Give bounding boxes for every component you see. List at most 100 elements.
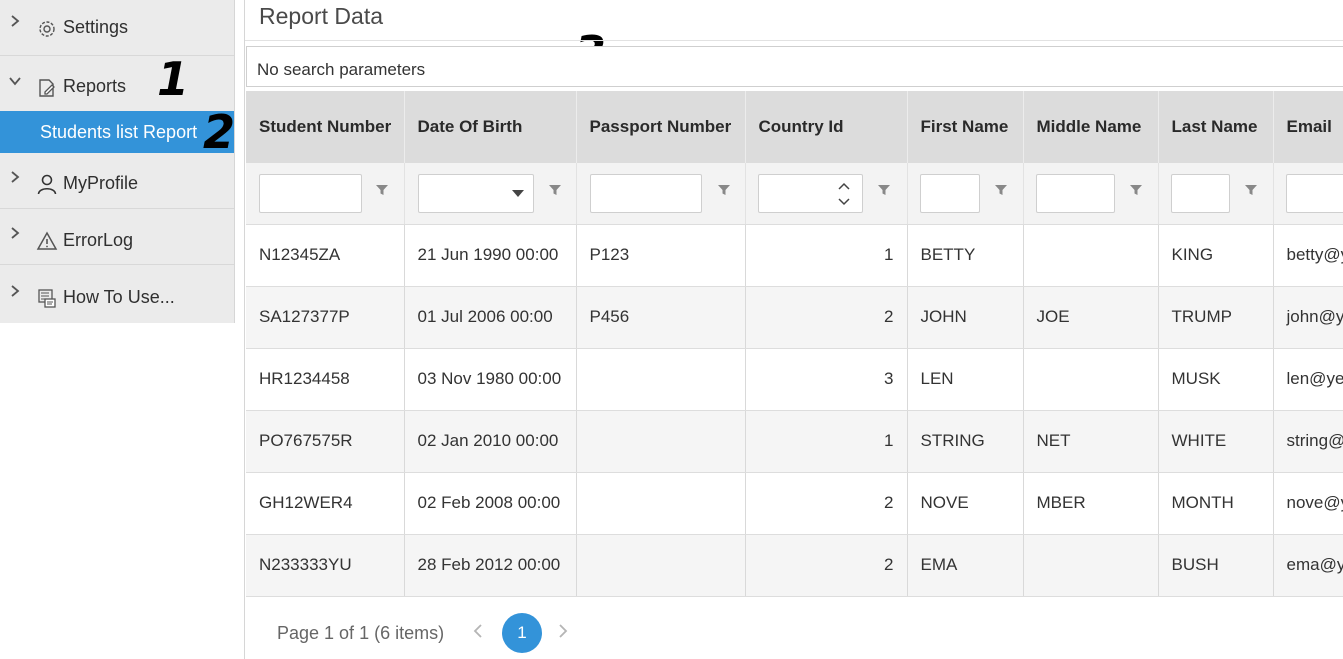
cell-student-number: SA127377P	[246, 286, 405, 349]
filter-icon[interactable]	[994, 183, 1008, 197]
cell-last-name: MONTH	[1158, 472, 1274, 535]
sidebar-item-myprofile[interactable]: MyProfile	[0, 153, 234, 209]
cell-country-id: 2	[745, 534, 908, 597]
chevron-down-icon[interactable]	[8, 74, 22, 88]
cell-middle-name: MBER	[1023, 472, 1159, 535]
filter-input-email[interactable]	[1285, 174, 1343, 213]
table-row[interactable]: N12345ZA 21 Jun 1990 00:00 P123 1 BETTY …	[246, 224, 1343, 287]
filter-input-student-number[interactable]	[259, 174, 362, 213]
cell-country-id: 1	[745, 410, 908, 473]
cell-middle-name	[1023, 534, 1159, 597]
cell-passport-number: P456	[576, 286, 746, 349]
table-row[interactable]: GH12WER4 02 Feb 2008 00:00 2 NOVE MBER M…	[246, 472, 1343, 535]
filter-cell	[1023, 163, 1159, 225]
sidebar-item-label: Reports	[63, 76, 127, 96]
table-row[interactable]: N233333YU 28 Feb 2012 00:00 2 EMA BUSH e…	[246, 534, 1343, 597]
chevron-left-icon[interactable]	[471, 624, 485, 638]
chevron-right-icon[interactable]	[8, 170, 22, 184]
filter-cell	[907, 163, 1024, 225]
cell-date-of-birth: 28 Feb 2012 00:00	[404, 534, 577, 597]
filter-spinner-country-id[interactable]	[757, 174, 863, 213]
cell-last-name: TRUMP	[1158, 286, 1274, 349]
cell-country-id: 1	[745, 224, 908, 287]
filter-input-last-name[interactable]	[1170, 174, 1230, 213]
filter-icon[interactable]	[375, 183, 389, 197]
cell-passport-number	[576, 410, 746, 473]
filter-icon[interactable]	[1129, 183, 1143, 197]
filter-icon[interactable]	[877, 183, 891, 197]
cell-date-of-birth: 03 Nov 1980 00:00	[404, 348, 577, 411]
cell-student-number: GH12WER4	[246, 472, 405, 535]
cell-middle-name	[1023, 224, 1159, 287]
chevron-right-icon[interactable]	[8, 14, 22, 28]
column-header-passport-number[interactable]: Passport Number	[576, 91, 746, 163]
column-header-first-name[interactable]: First Name	[907, 91, 1024, 163]
sidebar-item-label: ErrorLog	[63, 230, 134, 250]
cell-last-name: MUSK	[1158, 348, 1274, 411]
annotation-number-1: 1	[157, 52, 190, 106]
filter-date-dropdown[interactable]	[417, 174, 534, 213]
cell-date-of-birth: 02 Jan 2010 00:00	[404, 410, 577, 473]
search-parameters-panel[interactable]: No search parameters	[246, 46, 1343, 87]
cell-student-number: N12345ZA	[246, 224, 405, 287]
table-row[interactable]: PO767575R 02 Jan 2010 00:00 1 STRING NET…	[246, 410, 1343, 473]
cell-first-name: STRING	[907, 410, 1024, 473]
annotation-number-2: 2	[203, 105, 236, 159]
gear-icon	[39, 21, 55, 37]
cell-email: betty@y	[1273, 224, 1343, 287]
sidebar-item-how-to-use[interactable]: How To Use...	[0, 265, 234, 323]
cell-last-name: KING	[1158, 224, 1274, 287]
chevron-right-icon[interactable]	[556, 624, 570, 638]
filter-icon[interactable]	[1244, 183, 1258, 197]
filter-input-middle-name[interactable]	[1035, 174, 1115, 213]
column-header-middle-name[interactable]: Middle Name	[1023, 91, 1159, 163]
filter-icon[interactable]	[548, 183, 562, 197]
column-header-country-id[interactable]: Country Id	[745, 91, 908, 163]
chevron-right-icon[interactable]	[8, 226, 22, 240]
cell-passport-number	[576, 472, 746, 535]
sidebar-subitem-label: Students list Report	[40, 122, 198, 142]
search-parameters-text: No search parameters	[257, 60, 426, 79]
sidebar-item-label: Settings	[63, 17, 129, 37]
filter-input-passport-number[interactable]	[589, 174, 702, 213]
sidebar-item-reports[interactable]: Reports	[0, 56, 234, 111]
cell-last-name: WHITE	[1158, 410, 1274, 473]
pager-info: Page 1 of 1 (6 items)	[277, 623, 445, 643]
filter-cell	[1273, 163, 1343, 225]
column-header-last-name[interactable]: Last Name	[1158, 91, 1274, 163]
column-header-email[interactable]: Email	[1273, 91, 1343, 163]
sidebar-item-errorlog[interactable]: ErrorLog	[0, 209, 234, 265]
cell-date-of-birth: 02 Feb 2008 00:00	[404, 472, 577, 535]
filter-cell	[246, 163, 405, 225]
cell-middle-name: NET	[1023, 410, 1159, 473]
report-edit-icon	[39, 79, 55, 97]
cell-date-of-birth: 21 Jun 1990 00:00	[404, 224, 577, 287]
cell-country-id: 2	[745, 286, 908, 349]
table-row[interactable]: HR1234458 03 Nov 1980 00:00 3 LEN MUSK l…	[246, 348, 1343, 411]
column-header-date-of-birth[interactable]: Date Of Birth	[404, 91, 577, 163]
report-data-grid: Student Number Date Of Birth Passport Nu…	[246, 91, 1343, 659]
filter-input-first-name[interactable]	[919, 174, 980, 213]
column-header-student-number[interactable]: Student Number	[246, 91, 405, 163]
cell-first-name: NOVE	[907, 472, 1024, 535]
cell-email: ema@y	[1273, 534, 1343, 597]
warning-icon	[36, 231, 58, 250]
title-divider	[245, 40, 1343, 41]
chevron-down-icon[interactable]	[511, 190, 524, 198]
filter-cell	[1158, 163, 1274, 225]
filter-icon[interactable]	[717, 183, 731, 197]
cell-first-name: JOHN	[907, 286, 1024, 349]
spinner-arrows-icon[interactable]	[837, 181, 850, 207]
cell-email: string@	[1273, 410, 1343, 473]
cell-middle-name: JOE	[1023, 286, 1159, 349]
table-row[interactable]: SA127377P 01 Jul 2006 00:00 P456 2 JOHN …	[246, 286, 1343, 349]
cell-passport-number	[576, 348, 746, 411]
cell-passport-number: P123	[576, 224, 746, 287]
cell-email: len@ye	[1273, 348, 1343, 411]
chevron-right-icon[interactable]	[8, 284, 22, 298]
page-button-current[interactable]: 1	[502, 613, 542, 653]
sidebar-subitem-students-list-report[interactable]: Students list Report	[0, 111, 234, 153]
cell-student-number: PO767575R	[246, 410, 405, 473]
sidebar-item-settings[interactable]: Settings	[0, 0, 234, 56]
cell-last-name: BUSH	[1158, 534, 1274, 597]
